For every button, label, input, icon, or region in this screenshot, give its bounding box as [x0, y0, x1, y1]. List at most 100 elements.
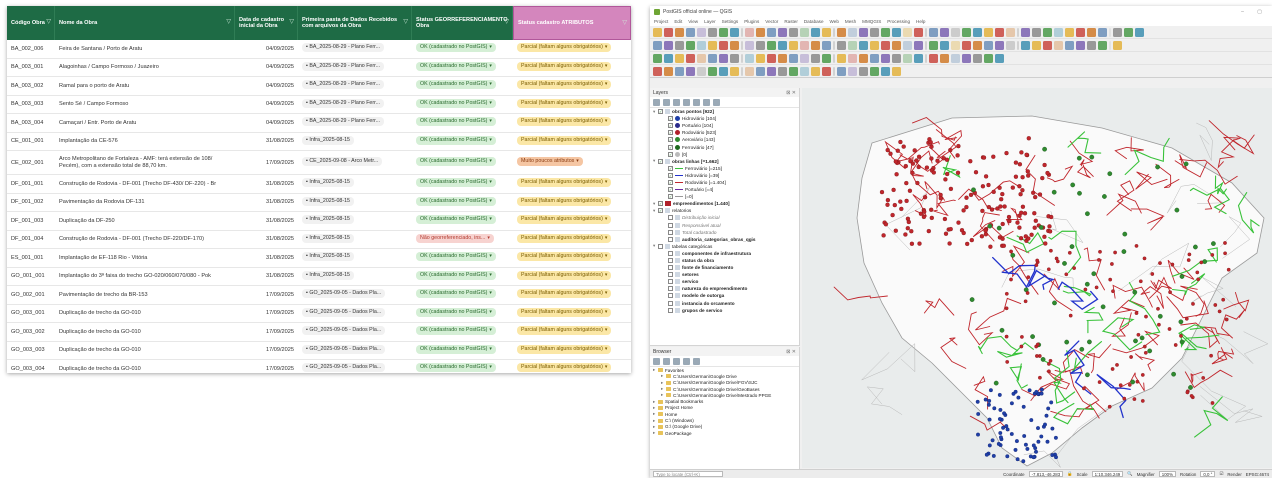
layer-tree-item[interactable]: ✓ Portuário [=4]: [650, 186, 799, 193]
pasta-cell[interactable]: ▪ BA_2025-08-29 - Plano Ferr...: [298, 43, 412, 54]
layer-tree-item[interactable]: auditoria_categorias_obras_qgis: [650, 236, 799, 243]
atributos-cell[interactable]: Parcial (faltam alguns obrigatórios) ▾: [513, 178, 631, 189]
table-row[interactable]: BA_002_006 Feira de Santana / Porto de Ar…: [7, 40, 631, 59]
atributos-cell[interactable]: Parcial (faltam alguns obrigatórios) ▾: [513, 344, 631, 356]
toolbar-tool-icon[interactable]: [822, 27, 831, 37]
atributos-cell[interactable]: Parcial (faltam alguns obrigatórios) ▾: [513, 61, 631, 73]
data-cell[interactable]: 31/08/2025: [235, 138, 298, 144]
toolbar-tool-icon[interactable]: [925, 53, 927, 63]
toolbar-tool-icon[interactable]: [870, 53, 879, 63]
pasta-cell[interactable]: ▪ GO_2025-09-05 - Dados Pla...: [298, 289, 412, 300]
table-row[interactable]: BA_003_003 Sento Sé / Campo Formoso 04/09/…: [7, 96, 631, 114]
toolbar-tool-icon[interactable]: [914, 27, 923, 37]
georef-cell[interactable]: OK (cadastrado no PostGIS) ▾: [412, 98, 513, 110]
table-row[interactable]: BA_003_004 Camaçari / Entr. Porto de Arat…: [7, 114, 631, 133]
pasta-chip[interactable]: ▪ Infra_2025-08-15: [302, 233, 354, 243]
toolbar-tool-icon[interactable]: [1006, 40, 1015, 50]
nome-cell[interactable]: Construção de Rodovia - DF-001 (Trecho D…: [55, 236, 235, 242]
toolbar-tool-icon[interactable]: [719, 66, 728, 76]
atributos-status-dropdown[interactable]: Parcial (faltam alguns obrigatórios) ▾: [517, 326, 612, 336]
toolbar-tool-icon[interactable]: [730, 40, 739, 50]
atributos-status-dropdown[interactable]: Parcial (faltam alguns obrigatórios) ▾: [517, 215, 612, 225]
table-row[interactable]: BA_003_002 Ramal para o porto de Aratu 04/…: [7, 77, 631, 96]
atributos-cell[interactable]: Parcial (faltam alguns obrigatórios) ▾: [513, 307, 631, 319]
map-canvas[interactable]: [802, 88, 1272, 468]
layer-tree-item[interactable]: ✓ [=0]: [650, 193, 799, 200]
codigo-cell[interactable]: GO_003_002: [7, 329, 55, 335]
codigo-cell[interactable]: DF_001_004: [7, 236, 55, 242]
toolbar-tool-icon[interactable]: [686, 66, 695, 76]
toolbar-tool-icon[interactable]: [675, 66, 684, 76]
codigo-cell[interactable]: GO_003_001: [7, 310, 55, 316]
codigo-cell[interactable]: CE_002_001: [7, 160, 55, 166]
toolbar-tool-icon[interactable]: [995, 27, 1004, 37]
pasta-chip[interactable]: ▪ GO_2025-09-05 - Dados Pla...: [302, 344, 386, 354]
toolbar-tool-icon[interactable]: [664, 53, 673, 63]
open-layer-styling-icon[interactable]: [653, 98, 660, 106]
filter-icon[interactable]: ▽: [403, 19, 408, 25]
georef-status-dropdown[interactable]: OK (cadastrado no PostGIS) ▾: [416, 289, 496, 299]
toolbar-tool-icon[interactable]: [951, 27, 960, 37]
toolbar-tool-icon[interactable]: [811, 53, 820, 63]
layer-tree-item[interactable]: ✓ Hidroviário [104]: [650, 115, 799, 122]
toolbar-tool-icon[interactable]: [789, 40, 798, 50]
layer-visibility-checkbox[interactable]: [658, 243, 663, 249]
toolbar-tool-icon[interactable]: [664, 40, 673, 50]
menu-item[interactable]: Plugins: [744, 19, 759, 24]
layer-tree-item[interactable]: setores: [650, 271, 799, 278]
layer-visibility-checkbox[interactable]: [668, 258, 673, 264]
georef-cell[interactable]: OK (cadastrado no PostGIS) ▾: [412, 215, 513, 226]
georef-status-dropdown[interactable]: OK (cadastrado no PostGIS) ▾: [416, 61, 496, 71]
layer-tree-item[interactable]: ▾ ✓ obras linhas [=1.662]: [650, 158, 799, 165]
toolbar-tool-icon[interactable]: [903, 40, 912, 50]
nome-cell[interactable]: Duplicação de trecho da GO-010: [55, 347, 235, 353]
layer-visibility-checkbox[interactable]: ✓: [668, 137, 673, 143]
layer-visibility-checkbox[interactable]: ✓: [668, 151, 673, 157]
layer-tree-item[interactable]: Total cadastrado: [650, 229, 799, 236]
layer-tree-item[interactable]: modelo de outorga: [650, 292, 799, 299]
toolbar-tool-icon[interactable]: [837, 40, 846, 50]
toolbar-tool-icon[interactable]: [914, 53, 923, 63]
codigo-cell[interactable]: BA_003_003: [7, 101, 55, 107]
pasta-cell[interactable]: ▪ BA_2025-08-29 - Plano Ferr...: [298, 61, 412, 73]
toolbar-tool-icon[interactable]: [719, 40, 728, 50]
toolbar-tool-icon[interactable]: [1124, 27, 1133, 37]
pasta-cell[interactable]: ▪ Infra_2025-08-15: [298, 215, 412, 226]
georef-cell[interactable]: OK (cadastrado no PostGIS) ▾: [412, 289, 513, 300]
lock-icon[interactable]: 🔒: [1067, 471, 1072, 477]
toolbar-tool-icon[interactable]: [708, 66, 717, 76]
close-icon[interactable]: ⊠ ✕: [786, 349, 796, 355]
atributos-cell[interactable]: Muito poucos atributos ▾: [513, 157, 631, 168]
pasta-cell[interactable]: ▪ GO_2025-09-05 - Dados Pla...: [298, 326, 412, 337]
toolbar-tool-icon[interactable]: [778, 53, 787, 63]
crs-button[interactable]: EPSG:4674: [1246, 472, 1269, 477]
layer-visibility-checkbox[interactable]: ✓: [668, 144, 673, 150]
nome-cell[interactable]: Pavimentação da Rodovia DF-131: [55, 199, 235, 205]
toolbar-tool-icon[interactable]: [962, 40, 971, 50]
toolbar-tool-icon[interactable]: [653, 53, 662, 63]
atributos-status-dropdown[interactable]: Parcial (faltam alguns obrigatórios) ▾: [517, 135, 612, 145]
georef-status-dropdown[interactable]: OK (cadastrado no PostGIS) ▾: [416, 43, 496, 53]
toolbar-tool-icon[interactable]: [881, 66, 890, 76]
nome-cell[interactable]: Duplicação de trecho da GO-010: [55, 366, 235, 372]
menu-item[interactable]: Project: [654, 19, 668, 24]
toolbar-tool-icon[interactable]: [756, 66, 765, 76]
toolbar-tool-icon[interactable]: [741, 66, 743, 76]
header-nome[interactable]: Nome da Obra ▽: [55, 6, 235, 40]
nome-cell[interactable]: Construção de Rodovia - DF-001 (Trecho D…: [55, 181, 235, 187]
table-row[interactable]: GO_003_004 Duplicação de trecho da GO-010…: [7, 360, 631, 373]
nome-cell[interactable]: Sento Sé / Campo Formoso: [55, 101, 235, 107]
data-cell[interactable]: 17/09/2025: [235, 366, 298, 372]
layer-tree-item[interactable]: ✓ Portuário [104]: [650, 122, 799, 129]
header-atributos[interactable]: Status cadastro ATRIBUTOS ▽: [513, 6, 631, 40]
codigo-cell[interactable]: ES_001_001: [7, 255, 55, 261]
toolbar-tool-icon[interactable]: [1076, 27, 1085, 37]
locator-search-input[interactable]: Type to locate (Ctrl+K): [653, 471, 723, 477]
filter-icon[interactable]: ▽: [504, 19, 509, 25]
atributos-cell[interactable]: Parcial (faltam alguns obrigatórios) ▾: [513, 117, 631, 128]
table-row[interactable]: CE_002_001 Arco Metropolitano de Fortalez…: [7, 151, 631, 175]
data-cell[interactable]: 31/08/2025: [235, 199, 298, 205]
toolbar-tool-icon[interactable]: [789, 66, 798, 76]
georef-cell[interactable]: OK (cadastrado no PostGIS) ▾: [412, 43, 513, 54]
atributos-status-dropdown[interactable]: Parcial (faltam alguns obrigatórios) ▾: [517, 307, 612, 317]
